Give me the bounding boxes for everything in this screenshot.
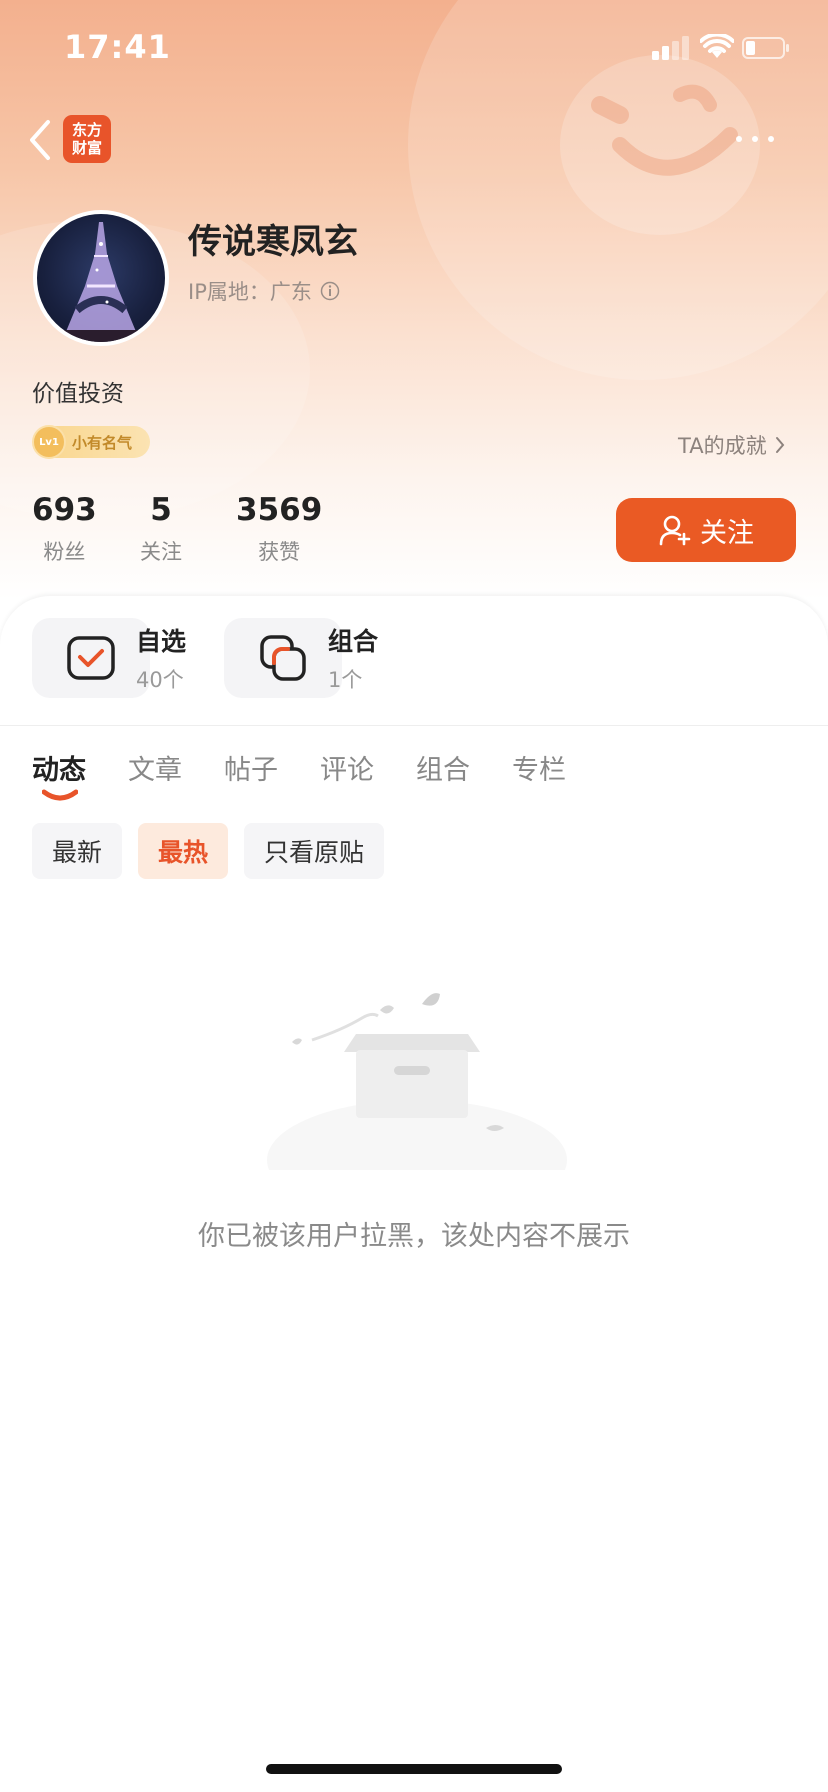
tab-articles[interactable]: 文章 xyxy=(128,748,182,787)
cellular-signal-icon xyxy=(652,36,689,60)
home-indicator xyxy=(266,1764,562,1774)
watchlist-count: 40个 xyxy=(136,668,184,692)
follow-button-label: 关注 xyxy=(700,517,754,549)
tab-label: 动态 xyxy=(32,755,86,786)
tab-label: 文章 xyxy=(128,755,182,786)
status-time: 17:41 xyxy=(64,28,171,66)
app-logo: 东方 财富 xyxy=(63,115,111,163)
stat-fans[interactable]: 693 粉丝 xyxy=(32,492,97,566)
avatar[interactable] xyxy=(33,210,169,346)
stat-label: 粉丝 xyxy=(43,540,86,564)
more-options-icon[interactable] xyxy=(736,128,776,148)
eiffel-tower-photo xyxy=(37,222,165,342)
ip-location-text: IP属地：广东 xyxy=(188,280,312,304)
filter-hottest[interactable]: 最热 xyxy=(138,823,229,879)
stat-value: 5 xyxy=(150,492,172,528)
tab-active-indicator xyxy=(42,789,78,801)
stat-label: 关注 xyxy=(140,540,182,564)
stat-value: 3569 xyxy=(236,492,323,528)
stat-following[interactable]: 5 关注 xyxy=(140,492,182,566)
content-tabs: 动态 文章 帖子 评论 组合 专栏 xyxy=(32,748,566,801)
level-badge-icon: Lv1 xyxy=(32,425,66,459)
info-icon[interactable] xyxy=(320,281,340,301)
empty-state-message: 你已被该用户拉黑，该处内容不展示 xyxy=(198,1221,630,1252)
level-badge-label: 小有名气 xyxy=(72,433,133,452)
follow-button[interactable]: 关注 xyxy=(616,498,796,562)
wifi-icon xyxy=(700,34,734,58)
tab-columns[interactable]: 专栏 xyxy=(512,748,566,787)
smile-bubble-icon xyxy=(560,55,760,235)
tab-label: 组合 xyxy=(416,755,470,786)
portfolio-title: 组合 xyxy=(328,627,379,656)
tab-posts[interactable]: 帖子 xyxy=(224,748,278,787)
portfolio-tile[interactable] xyxy=(224,618,342,698)
tab-portfolios[interactable]: 组合 xyxy=(416,748,470,787)
logo-text-line1: 东方 xyxy=(71,121,102,139)
empty-box-illustration xyxy=(267,993,567,1170)
stat-likes[interactable]: 3569 获赞 xyxy=(236,492,322,566)
filter-latest[interactable]: 最新 xyxy=(32,823,123,879)
tab-comments[interactable]: 评论 xyxy=(320,748,374,787)
battery-icon xyxy=(742,37,789,59)
portfolio-icon xyxy=(260,635,306,681)
filter-chips: 最新 最热 只看原贴 xyxy=(32,823,385,879)
ip-location-row: IP属地：广东 xyxy=(188,276,340,306)
watchlist-tile[interactable] xyxy=(32,618,150,698)
checkbox-icon xyxy=(67,636,115,680)
achievements-label: TA的成就 xyxy=(678,434,767,458)
tab-label: 评论 xyxy=(320,755,374,786)
tab-label: 专栏 xyxy=(512,755,566,786)
logo-text-line2: 财富 xyxy=(71,139,102,157)
level-badge[interactable]: Lv1 小有名气 xyxy=(32,425,150,459)
stat-label: 获赞 xyxy=(258,540,301,564)
back-chevron-icon[interactable] xyxy=(26,118,56,162)
stat-value: 693 xyxy=(32,492,97,528)
section-divider xyxy=(0,725,828,726)
user-bio: 价值投资 xyxy=(32,381,124,407)
tab-dynamics[interactable]: 动态 xyxy=(32,748,86,801)
achievements-link[interactable]: TA的成就 xyxy=(678,430,785,460)
filter-original-only[interactable]: 只看原贴 xyxy=(244,823,385,879)
portfolio-count: 1个 xyxy=(328,668,363,692)
tab-label: 帖子 xyxy=(224,755,278,786)
add-user-icon xyxy=(659,515,691,546)
watchlist-title: 自选 xyxy=(136,627,187,656)
user-name: 传说寒凤玄 xyxy=(188,222,358,262)
chevron-right-icon xyxy=(775,437,784,453)
